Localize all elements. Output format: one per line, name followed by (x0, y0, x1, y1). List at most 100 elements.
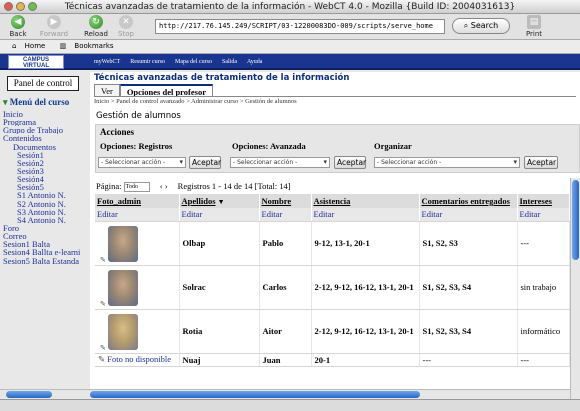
menu-item-contenidos[interactable]: Contenidos (3, 134, 87, 142)
window-controls[interactable] (4, 2, 37, 11)
cell-intereses: sin trabajo (517, 265, 570, 310)
organizar-accept-button[interactable]: Aceptar (524, 156, 558, 169)
home-bookmark[interactable]: ⌂ Home (6, 42, 45, 50)
cell-apellidos: Nuaj (179, 353, 260, 367)
page-nav-arrows[interactable]: ‹ › (160, 181, 168, 191)
student-photo: ✎ (100, 270, 138, 308)
photo-cell: ✎ (95, 221, 180, 266)
edit-link-asistencia[interactable]: Editar (311, 208, 420, 222)
zoom-window-icon[interactable] (28, 2, 37, 11)
forward-button[interactable]: ▶ Forward (38, 15, 70, 38)
col-nombre[interactable]: Nombre (259, 194, 312, 208)
menu-item-s1-antonio[interactable]: S1 Antonio N. (3, 191, 87, 199)
page-select[interactable]: Todo (123, 182, 150, 193)
nav-mapa-curso[interactable]: Mapa del curso (175, 54, 212, 70)
stop-button[interactable]: ✕ Stop (110, 15, 142, 38)
photo-cell: ✎ (95, 265, 180, 310)
edit-link-intereses[interactable]: Editar (517, 208, 570, 222)
edit-link-apellidos[interactable]: Editar (179, 208, 260, 222)
back-button[interactable]: ◀ Back (2, 15, 34, 38)
url-field[interactable]: http://217.76.145.249/SCRIPT/03-12200083… (155, 19, 445, 34)
cell-asistencia: 2-12, 9-12, 16-12, 13-1, 20-1 (311, 265, 420, 310)
col-intereses[interactable]: Intereses (517, 194, 570, 208)
table-row: ✎ Foto no disponible Nuaj Juan 20-1 --- … (95, 353, 570, 367)
browser-toolbar: ◀ Back ▶ Forward ↻ Reload ✕ Stop http://217.… (0, 14, 580, 40)
col-apellidos[interactable]: Apellidos ▼ (179, 194, 260, 208)
stop-icon: ✕ (119, 15, 133, 29)
photo-edit-icon[interactable]: ✎ (100, 344, 106, 352)
forward-icon: ▶ (47, 15, 61, 29)
col-foto-admin[interactable]: Foto_admin (95, 194, 180, 208)
course-menu-title[interactable]: ▾ Menú del curso (3, 97, 69, 108)
photo-edit-icon[interactable]: ✎ (100, 256, 106, 264)
cell-intereses: informático (517, 309, 570, 354)
cell-comentarios: S1, S2, S3, S4 (419, 265, 518, 310)
menu-item-sesion4-balta[interactable]: Sesion4 Ballta e-learni (3, 248, 87, 256)
photo-edit-icon[interactable]: ✎ (100, 300, 106, 308)
content-vertical-scrollbar[interactable] (570, 178, 580, 399)
registros-action-select[interactable]: - Seleccionar acción - (98, 157, 186, 168)
window-title: Técnicas avanzadas de tratamiento de la … (64, 2, 516, 12)
menu-item-sesion1-balta[interactable]: Sesion1 Balta (3, 240, 87, 248)
print-button[interactable]: ▤ Print (518, 15, 550, 38)
reload-icon: ↻ (89, 15, 103, 29)
menu-item-sesion5-balta[interactable]: Sesion5 Balta Estanda (3, 257, 87, 265)
photo-edit-icon[interactable]: ✎ (98, 354, 107, 364)
cell-asistencia: 20-1 (311, 353, 420, 367)
menu-item-sesion2[interactable]: Sesión2 (3, 159, 87, 167)
browser-status-bar (0, 399, 580, 411)
reload-button[interactable]: ↻ Reload (80, 15, 112, 38)
menu-item-s4-antonio[interactable]: S4 Antonio N. (3, 216, 87, 224)
col-asistencia[interactable]: Asistencia (311, 194, 420, 208)
menu-horizontal-scrollbar[interactable] (0, 389, 88, 399)
menu-item-sesion4[interactable]: Sesión4 (3, 175, 87, 183)
cell-comentarios: S1, S2, S3, S4 (419, 309, 518, 354)
avanzada-action-select[interactable]: - Seleccionar acción - (230, 157, 330, 168)
menu-scroll-thumb[interactable] (6, 391, 52, 398)
banner-nav: myWebCT Resumir curso Mapa del curso Sal… (94, 54, 262, 70)
edit-link-comentarios[interactable]: Editar (419, 208, 518, 222)
sort-desc-icon: ▼ (217, 198, 225, 206)
menu-item-sesion5[interactable]: Sesión5 (3, 183, 87, 191)
edit-link-foto[interactable]: Editar (95, 208, 180, 222)
nav-resumir-curso[interactable]: Resumir curso (130, 54, 165, 70)
bookmarks-icon: ▥ (59, 42, 69, 50)
table-header-row: Foto_admin Apellidos ▼ Nombre Asistencia… (95, 194, 570, 208)
close-window-icon[interactable] (4, 2, 13, 11)
col-comentarios[interactable]: Comentarios entregados (419, 194, 518, 208)
menu-item-sesion1[interactable]: Sesión1 (3, 151, 87, 159)
pager: Página: Todo ‹ › Registros 1 - 14 de 14 … (96, 180, 291, 193)
bookmarks-menu[interactable]: ▥ Bookmarks (54, 42, 114, 50)
horizontal-scroll-thumb[interactable] (90, 391, 420, 398)
nav-salida[interactable]: Salida (222, 54, 237, 70)
search-button[interactable]: ⌕ Search (452, 18, 510, 34)
menu-item-foro[interactable]: Foro (3, 224, 87, 232)
organizar-action-select[interactable]: - Seleccionar acción - (374, 157, 520, 168)
registros-accept-button[interactable]: Aceptar (189, 156, 221, 169)
menu-item-inicio[interactable]: Inicio (3, 110, 87, 118)
vertical-scroll-thumb[interactable] (572, 180, 579, 260)
menu-item-programa[interactable]: Programa (3, 118, 87, 126)
avanzada-accept-button[interactable]: Aceptar (334, 156, 366, 169)
menu-item-s3-antonio[interactable]: S3 Antonio N. (3, 208, 87, 216)
panel-control-button[interactable]: Panel de control (7, 76, 79, 91)
content-horizontal-scrollbar[interactable] (88, 389, 570, 399)
photo-cell: ✎ (95, 309, 180, 354)
menu-item-grupo-trabajo[interactable]: Grupo de Trabajo (3, 126, 87, 134)
menu-item-sesion3[interactable]: Sesión3 (3, 167, 87, 175)
nav-mywebct[interactable]: myWebCT (94, 54, 120, 70)
nav-ayuda[interactable]: Ayuda (247, 54, 262, 70)
breadcrumb[interactable]: Inicio > Panel de control avanzado > Adm… (94, 98, 297, 105)
student-photo: ✎ (100, 226, 138, 264)
minimize-window-icon[interactable] (16, 2, 25, 11)
campus-virtual-logo: CAMPUS VIRTUAL (8, 55, 64, 69)
collapse-icon: ▾ (3, 97, 10, 107)
group-organizar-label: Organizar (374, 141, 412, 151)
cell-nombre: Juan (259, 353, 312, 367)
menu-item-s2-antonio[interactable]: S2 Antonio N. (3, 200, 87, 208)
edit-link-nombre[interactable]: Editar (259, 208, 312, 222)
print-icon: ▤ (527, 15, 541, 29)
menu-item-documentos[interactable]: Documentos (3, 143, 87, 151)
cell-nombre: Pablo (259, 221, 312, 266)
menu-item-correo[interactable]: Correo (3, 232, 87, 240)
